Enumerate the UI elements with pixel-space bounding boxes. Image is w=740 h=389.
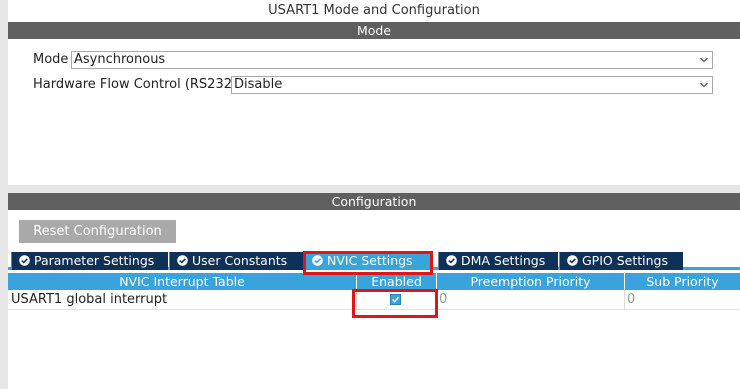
- mode-select[interactable]: Asynchronous: [71, 51, 713, 69]
- tab-gpio-settings[interactable]: GPIO Settings: [559, 252, 683, 270]
- flow-control-select[interactable]: Disable: [231, 76, 713, 94]
- column-header-sub-priority[interactable]: Sub Priority: [624, 273, 740, 290]
- enabled-checkbox[interactable]: [390, 294, 401, 305]
- left-panel-edge: [0, 0, 8, 389]
- check-circle-icon: [446, 255, 457, 266]
- table-row[interactable]: USART1 global interrupt 0 0: [8, 290, 740, 310]
- tab-user-constants[interactable]: User Constants: [169, 252, 303, 270]
- tab-nvic-settings[interactable]: NVIC Settings: [304, 252, 431, 270]
- check-circle-icon: [177, 255, 188, 266]
- tab-label: GPIO Settings: [582, 253, 668, 268]
- mode-label: Mode: [33, 52, 69, 67]
- reset-configuration-button[interactable]: Reset Configuration: [19, 220, 176, 243]
- flow-control-label: Hardware Flow Control (RS232): [33, 77, 238, 92]
- check-circle-icon: [19, 255, 30, 266]
- nvic-table-header: NVIC Interrupt Table Enabled Preemption …: [8, 273, 740, 290]
- tab-parameter-settings[interactable]: Parameter Settings: [11, 252, 168, 270]
- mode-panel: Mode Asynchronous Hardware Flow Control …: [8, 39, 740, 185]
- tab-label: User Constants: [192, 253, 288, 268]
- mode-section-header: Mode: [8, 22, 740, 39]
- chevron-down-icon: [700, 82, 708, 88]
- flow-control-field-row: Hardware Flow Control (RS232) Disable: [33, 76, 713, 94]
- chevron-down-icon: [700, 57, 708, 63]
- check-circle-icon: [567, 255, 578, 266]
- checkmark-icon: [391, 296, 400, 303]
- tab-label: DMA Settings: [461, 253, 546, 268]
- window-title: USART1 Mode and Configuration: [8, 0, 740, 22]
- column-header-interrupt[interactable]: NVIC Interrupt Table: [8, 273, 356, 290]
- flow-control-select-value: Disable: [234, 77, 283, 92]
- tab-label: NVIC Settings: [327, 253, 413, 268]
- mode-field-row: Mode Asynchronous: [33, 51, 713, 69]
- interrupt-name-cell: USART1 global interrupt: [11, 292, 168, 307]
- check-circle-icon: [312, 255, 323, 266]
- tab-bar: Parameter Settings User Constants NVIC S…: [8, 250, 740, 270]
- section-divider: [8, 185, 740, 193]
- configuration-panel: Reset Configuration Parameter Settings U…: [8, 210, 740, 389]
- sub-priority-cell[interactable]: 0: [624, 290, 740, 310]
- preemption-priority-cell[interactable]: 0: [436, 290, 624, 310]
- tab-dma-settings[interactable]: DMA Settings: [438, 252, 558, 270]
- tab-label: Parameter Settings: [34, 253, 155, 268]
- mode-select-value: Asynchronous: [74, 52, 166, 67]
- column-header-enabled[interactable]: Enabled: [356, 273, 436, 290]
- configuration-section-header: Configuration: [8, 193, 740, 210]
- column-header-preemption-priority[interactable]: Preemption Priority: [436, 273, 624, 290]
- enabled-cell: [356, 290, 436, 310]
